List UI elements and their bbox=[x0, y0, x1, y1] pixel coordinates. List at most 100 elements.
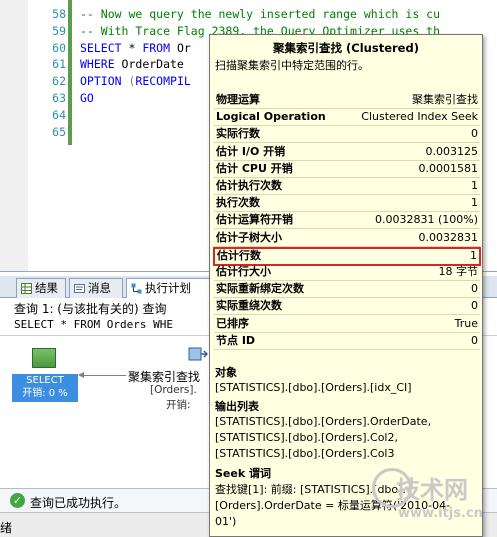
property-row: 物理运算 聚集索引查找 bbox=[214, 92, 480, 109]
seek-node-cost: 开销: bbox=[166, 399, 191, 411]
clustered-index-seek-icon[interactable] bbox=[188, 345, 208, 363]
code-token: * bbox=[121, 40, 143, 55]
property-value: 0.0032831 bbox=[418, 230, 479, 244]
property-row: 已排序 True bbox=[214, 316, 480, 333]
code-token: OrderDate bbox=[114, 57, 184, 72]
property-key: 实际行数 bbox=[216, 127, 260, 141]
property-row: 估计行大小 18 字节 bbox=[214, 264, 480, 281]
property-row: 估计执行次数 1 bbox=[214, 178, 480, 195]
line-number: 64 bbox=[52, 107, 66, 122]
property-value: True bbox=[454, 316, 478, 330]
property-key: 节点 ID bbox=[216, 333, 256, 347]
property-key: 实际重绕次数 bbox=[216, 299, 282, 313]
property-value: 18 字节 bbox=[438, 265, 479, 278]
tooltip-description: 扫描聚集索引中特定范围的行。 bbox=[215, 59, 369, 72]
code-token: RECOMPIL bbox=[135, 74, 191, 89]
query-sql-text: SELECT * FROM Orders WHE bbox=[14, 318, 173, 331]
select-node-label: SELECT 开销: 0 % bbox=[12, 374, 78, 402]
select-node-title: SELECT bbox=[26, 375, 64, 386]
tab-results-label: 结果 bbox=[35, 281, 58, 295]
message-icon bbox=[74, 284, 85, 293]
property-value: 0 bbox=[471, 127, 478, 141]
property-key: 估计子树大小 bbox=[216, 230, 282, 244]
seek-node-label[interactable]: 聚集索引查找 bbox=[128, 368, 200, 385]
property-key: Logical Operation bbox=[216, 110, 326, 124]
property-row: Logical Operation Clustered Index Seek bbox=[214, 109, 480, 127]
property-key: 物理运算 bbox=[216, 93, 260, 106]
select-operator-icon bbox=[32, 348, 56, 368]
property-key: 估计运算符开销 bbox=[216, 213, 293, 227]
line-number: 61 bbox=[52, 57, 66, 72]
property-row: 实际重绕次数 0 bbox=[214, 298, 480, 316]
code-token: GO bbox=[80, 91, 94, 105]
output-column-3: [STATISTICS].[dbo].[Orders].Col3 bbox=[215, 447, 395, 460]
line-number: 63 bbox=[52, 91, 66, 105]
line-code: GO bbox=[80, 90, 94, 106]
select-node-cost: 开销: 0 % bbox=[22, 388, 68, 399]
site-watermark: 技术网 www.itjs.cn bbox=[372, 466, 492, 532]
tab-execution-plan[interactable]: 执行计划 bbox=[126, 278, 210, 299]
code-token: ( bbox=[121, 74, 136, 89]
output-column-1: [STATISTICS].[dbo].[Orders].OrderDate, bbox=[215, 415, 432, 428]
code-token: -- Now we query the newly inserted range… bbox=[80, 7, 441, 21]
code-token: Or bbox=[170, 40, 191, 55]
plan-arrow bbox=[82, 375, 126, 376]
code-token: WHERE bbox=[80, 57, 115, 72]
tab-results[interactable]: 结果 bbox=[16, 278, 66, 298]
tab-messages[interactable]: 消息 bbox=[69, 278, 123, 298]
tab-execution-plan-label: 执行计划 bbox=[145, 281, 191, 295]
property-row: 实际重新绑定次数 0 bbox=[214, 281, 480, 299]
line-number: 62 bbox=[52, 74, 66, 89]
property-key: 估计行数 bbox=[217, 248, 261, 262]
seek-node-object: [Orders]. bbox=[150, 384, 197, 396]
property-row: 估计 CPU 开销 0.0001581 bbox=[214, 161, 480, 178]
property-value: 0.0001581 bbox=[418, 161, 479, 175]
code-token: SELECT bbox=[80, 40, 122, 55]
property-row-highlighted: 估计行数 1 bbox=[213, 246, 481, 266]
grid-icon bbox=[21, 283, 32, 294]
line-number: 60 bbox=[52, 40, 66, 55]
tooltip-title: 聚集索引查找 (Clustered) bbox=[273, 41, 419, 55]
object-heading: 对象 bbox=[215, 366, 237, 379]
line-number: 58 bbox=[52, 7, 66, 21]
property-key: 估计 I/O 开销 bbox=[216, 144, 286, 158]
property-key: 估计 CPU 开销 bbox=[216, 161, 293, 175]
watermark-url: www.itjs.cn bbox=[398, 506, 483, 521]
code-token: OPTION bbox=[80, 74, 122, 89]
line-number: 59 bbox=[52, 23, 66, 38]
operator-tooltip: 聚集索引查找 (Clustered) 扫描聚集索引中特定范围的行。 物理运算 聚集… bbox=[209, 34, 483, 537]
property-value: 0 bbox=[471, 333, 478, 347]
tab-messages-label: 消息 bbox=[88, 281, 111, 295]
seek-predicate-line-3: 01') bbox=[215, 515, 237, 528]
seek-predicate-heading: Seek 谓词 bbox=[215, 467, 271, 480]
property-key: 实际重新绑定次数 bbox=[216, 282, 304, 296]
property-value: Clustered Index Seek bbox=[361, 110, 478, 124]
select-plan-node[interactable]: SELECT 开销: 0 % bbox=[12, 344, 78, 404]
property-row: 估计运算符开销 0.0032831 (100%) bbox=[214, 212, 480, 230]
property-key: 估计行大小 bbox=[216, 265, 271, 278]
property-value: 聚集索引查找 bbox=[412, 93, 478, 106]
property-value: 0.003125 bbox=[425, 144, 479, 158]
line-code: WHERE OrderDate bbox=[80, 56, 184, 72]
code-token: FROM bbox=[142, 40, 171, 55]
object-value: [STATISTICS].[dbo].[Orders].[idx_CI] bbox=[215, 381, 412, 394]
watermark-title: 技术网 bbox=[396, 476, 468, 504]
success-check-icon: ✓ bbox=[10, 493, 25, 508]
editor-line[interactable]: 58 -- Now we query the newly inserted ran… bbox=[0, 6, 497, 22]
query-status-message: 查询已成功执行。 bbox=[30, 496, 127, 510]
line-number: 65 bbox=[52, 124, 66, 139]
property-key: 执行次数 bbox=[216, 196, 260, 210]
output-list-heading: 输出列表 bbox=[215, 400, 259, 413]
query-header: 查询 1: (与该批有关的) 查询 bbox=[14, 302, 167, 316]
property-value: 0.0032831 (100%) bbox=[374, 213, 478, 227]
property-value: 1 bbox=[471, 179, 478, 192]
property-row: 估计子树大小 0.0032831 bbox=[214, 230, 480, 247]
line-code: OPTION (RECOMPIL bbox=[80, 73, 191, 89]
output-column-2: [STATISTICS].[dbo].[Orders].Col2, bbox=[215, 431, 398, 444]
execution-plan-icon bbox=[131, 283, 142, 294]
property-value: 0 bbox=[471, 282, 478, 296]
property-key: 估计执行次数 bbox=[216, 179, 282, 192]
property-value: 1 bbox=[470, 248, 477, 262]
property-row: 估计 I/O 开销 0.003125 bbox=[214, 144, 480, 161]
line-code: -- Now we query the newly inserted range… bbox=[80, 6, 440, 22]
